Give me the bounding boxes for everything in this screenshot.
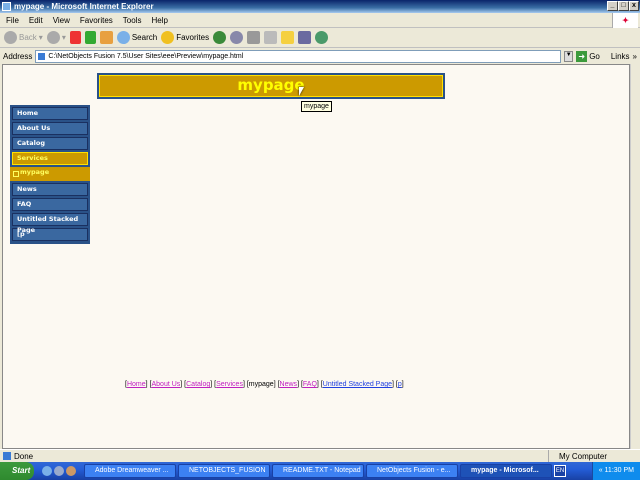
page-done-icon — [3, 452, 11, 460]
footer-about-us[interactable]: About Us — [151, 381, 180, 388]
nav-p[interactable]: [p — [12, 228, 88, 241]
menu-help[interactable]: Help — [151, 16, 167, 25]
nav-catalog[interactable]: Catalog — [12, 137, 88, 150]
footer-links: [Home] [About Us] [Catalog] [Services] [… — [125, 381, 404, 388]
nav-news[interactable]: News — [12, 183, 88, 196]
task-netobjects-folder[interactable]: NETOBJECTS_FUSION — [178, 464, 270, 478]
go-label: Go — [589, 51, 600, 61]
task-ie-mypage[interactable]: mypage - Microsof... — [460, 464, 552, 478]
menu-edit[interactable]: Edit — [29, 16, 43, 25]
favorites-label: Favorites — [176, 33, 210, 42]
go-arrow-icon: ➜ — [576, 50, 588, 62]
nav-services[interactable]: Services — [12, 152, 88, 165]
status-bar: Done My Computer — [0, 449, 640, 463]
address-bar: Address C:\NetObjects Fusion 7.5\User Si… — [0, 48, 640, 64]
menu-favorites[interactable]: Favorites — [80, 16, 113, 25]
forward-button[interactable]: ▾ — [46, 31, 66, 44]
footer-faq[interactable]: FAQ — [303, 381, 317, 388]
go-button[interactable]: ➜ Go — [576, 50, 600, 62]
stop-icon[interactable] — [69, 31, 81, 44]
search-label: Search — [131, 33, 158, 42]
page-banner: mypage — [97, 73, 445, 99]
task-notepad[interactable]: README.TXT - Notepad — [272, 464, 364, 478]
page-content: mypage mypage Home About Us Catalog Serv… — [2, 64, 630, 449]
research-icon[interactable] — [298, 31, 312, 44]
app-quicklaunch-icon[interactable] — [66, 466, 76, 476]
notes-icon[interactable] — [281, 31, 295, 44]
menu-tools[interactable]: Tools — [123, 16, 142, 25]
tooltip: mypage — [301, 101, 332, 112]
back-arrow-icon — [4, 31, 17, 44]
home-icon[interactable] — [99, 31, 113, 44]
menu-view[interactable]: View — [53, 16, 70, 25]
nav-bar: Home About Us Catalog Services mypage Ne… — [10, 105, 90, 244]
favorites-button[interactable]: Favorites — [161, 31, 209, 44]
messenger-icon[interactable] — [315, 31, 329, 44]
banner-title: mypage — [99, 75, 443, 97]
links-button[interactable]: Links — [611, 52, 630, 61]
back-label: Back — [19, 33, 37, 42]
taskbar: Start Adobe Dreamweaver ... NETOBJECTS_F… — [0, 462, 640, 480]
mail-icon[interactable] — [230, 31, 244, 44]
footer-p[interactable]: p — [398, 381, 402, 388]
star-icon — [161, 31, 175, 44]
ie-icon — [2, 2, 11, 11]
desktop-quicklaunch-icon[interactable] — [54, 466, 64, 476]
system-tray: « 11:30 PM — [591, 462, 640, 480]
history-icon[interactable] — [213, 31, 227, 44]
nav-untitled-stacked-page[interactable]: Untitled Stacked Page — [12, 213, 88, 234]
nav-faq[interactable]: FAQ — [12, 198, 88, 211]
start-button[interactable]: Start — [0, 462, 34, 480]
print-icon[interactable] — [247, 31, 261, 44]
mouse-cursor-icon — [299, 87, 304, 96]
minimize-button[interactable]: _ — [607, 1, 618, 11]
edit-icon[interactable] — [264, 31, 278, 44]
footer-home[interactable]: Home — [127, 381, 146, 388]
maximize-button[interactable]: □ — [618, 1, 629, 11]
address-label: Address — [3, 51, 33, 61]
address-dropdown-icon[interactable]: ▼ — [564, 50, 574, 62]
back-button[interactable]: Back ▾ — [4, 31, 43, 44]
menu-file[interactable]: File — [6, 16, 19, 25]
footer-services[interactable]: Services — [216, 381, 243, 388]
status-text: Done — [14, 452, 34, 461]
menu-bar: File Edit View Favorites Tools Help — [0, 13, 640, 28]
task-netobjects-fusion[interactable]: NetObjects Fusion - e... — [366, 464, 458, 478]
footer-news[interactable]: News — [280, 381, 298, 388]
footer-catalog[interactable]: Catalog — [186, 381, 210, 388]
clock: 11:30 PM — [604, 467, 634, 474]
forward-arrow-icon — [46, 31, 60, 44]
windows-logo-icon: ✦ — [612, 13, 638, 28]
ie-quicklaunch-icon[interactable] — [42, 466, 52, 476]
search-button[interactable]: Search — [116, 31, 158, 44]
title-bar: mypage - Microsoft Internet Explorer _ □… — [0, 0, 640, 13]
chevron-icon[interactable]: » — [633, 52, 637, 61]
language-indicator[interactable]: EN — [554, 465, 566, 477]
nav-about-us[interactable]: About Us — [12, 122, 88, 135]
footer-untitled-stacked-page[interactable]: Untitled Stacked Page — [323, 381, 392, 388]
nav-mypage[interactable]: mypage — [10, 167, 90, 181]
task-dreamweaver[interactable]: Adobe Dreamweaver ... — [84, 464, 176, 478]
window-title: mypage - Microsoft Internet Explorer — [14, 2, 154, 11]
footer-mypage: mypage — [248, 381, 274, 388]
address-input[interactable]: C:\NetObjects Fusion 7.5\User Sites\eee\… — [35, 49, 562, 63]
toolbar: Back ▾ ▾ Search Favorites — [0, 28, 640, 48]
search-icon — [116, 31, 130, 44]
close-button[interactable]: x — [629, 1, 639, 11]
nav-home[interactable]: Home — [12, 107, 88, 120]
vertical-scrollbar[interactable] — [630, 64, 640, 449]
refresh-icon[interactable] — [84, 31, 96, 44]
